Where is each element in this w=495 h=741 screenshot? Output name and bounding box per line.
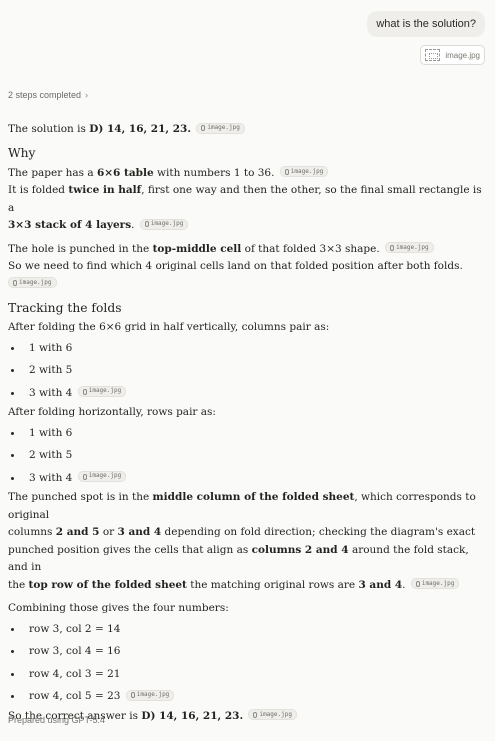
source-chip[interactable]: image.jpg: [125, 689, 175, 701]
list-item: 3 with 4 image.jpg: [8, 467, 490, 490]
list-item: 1 with 6: [8, 422, 490, 445]
source-chip[interactable]: image.jpg: [77, 471, 127, 482]
paperclip-icon: [13, 279, 17, 286]
horizontal-pairs-list: 1 with 6 2 with 5 3 with 4 image.jpg: [8, 422, 490, 490]
list-item: row 3, col 2 = 14: [8, 618, 490, 641]
paperclip-icon: [390, 244, 395, 251]
paperclip-icon: [415, 580, 420, 587]
source-chip[interactable]: image.jpg: [139, 218, 189, 230]
vertical-pairs-list: 1 with 6 2 with 5 3 with 4 image.jpg: [8, 337, 490, 405]
answer-intro-paragraph: The solution is D) 14, 16, 21, 23. image…: [8, 121, 490, 139]
paperclip-icon: [284, 168, 289, 175]
image-thumbnail-icon: [425, 49, 441, 61]
source-chip[interactable]: image.jpg: [279, 166, 329, 177]
source-chip[interactable]: image.jpg: [8, 277, 57, 288]
list-item: 2 with 5: [8, 359, 490, 382]
horizontal-fold-intro: After folding horizontally, rows pair as…: [8, 406, 216, 418]
chevron-right-icon: ›: [85, 90, 89, 100]
punch-paragraph: The punched spot is in the middle column…: [8, 491, 476, 591]
why-paragraph-2: The hole is punched in the top-middle ce…: [8, 241, 490, 294]
cells-list: row 3, col 2 = 14 row 3, col 4 = 16 row …: [8, 618, 490, 708]
steps-completed-toggle[interactable]: 2 steps completed ›: [8, 90, 88, 100]
attachment-filename: image.jpg: [445, 50, 480, 60]
assistant-response: The solution is D) 14, 16, 21, 23. image…: [8, 121, 490, 725]
source-chip[interactable]: image.jpg: [248, 709, 297, 720]
paperclip-icon: [82, 388, 87, 395]
paperclip-icon: [144, 221, 149, 227]
user-attachment[interactable]: image.jpg: [420, 45, 485, 65]
tracking-heading: Tracking the folds: [8, 301, 122, 315]
source-chip[interactable]: image.jpg: [196, 122, 245, 134]
source-chip[interactable]: image.jpg: [385, 242, 434, 253]
list-item: row 4, col 3 = 21: [8, 663, 490, 686]
vertical-fold-intro: After folding the 6×6 grid in half verti…: [8, 321, 330, 333]
list-item: 3 with 4 image.jpg: [8, 382, 490, 405]
paperclip-icon: [201, 125, 206, 131]
paperclip-icon: [82, 473, 87, 480]
source-chip[interactable]: image.jpg: [77, 386, 127, 397]
user-message-bubble: what is the solution?: [367, 11, 485, 37]
list-item: 1 with 6: [8, 337, 490, 360]
why-paragraph-1: The paper has a 6×6 table with numbers 1…: [8, 166, 482, 231]
model-footer: Prepared using GPT-5.4: [8, 715, 106, 725]
why-heading: Why: [8, 145, 36, 160]
list-item: 2 with 5: [8, 444, 490, 467]
user-message-text: what is the solution?: [376, 18, 476, 30]
paperclip-icon: [130, 692, 135, 698]
paperclip-icon: [253, 711, 258, 718]
source-chip[interactable]: image.jpg: [410, 578, 460, 589]
list-item: row 4, col 5 = 23 image.jpg: [8, 685, 490, 708]
combining-intro: Combining those gives the four numbers:: [8, 602, 229, 614]
steps-label: 2 steps completed: [8, 90, 82, 100]
list-item: row 3, col 4 = 16: [8, 640, 490, 663]
